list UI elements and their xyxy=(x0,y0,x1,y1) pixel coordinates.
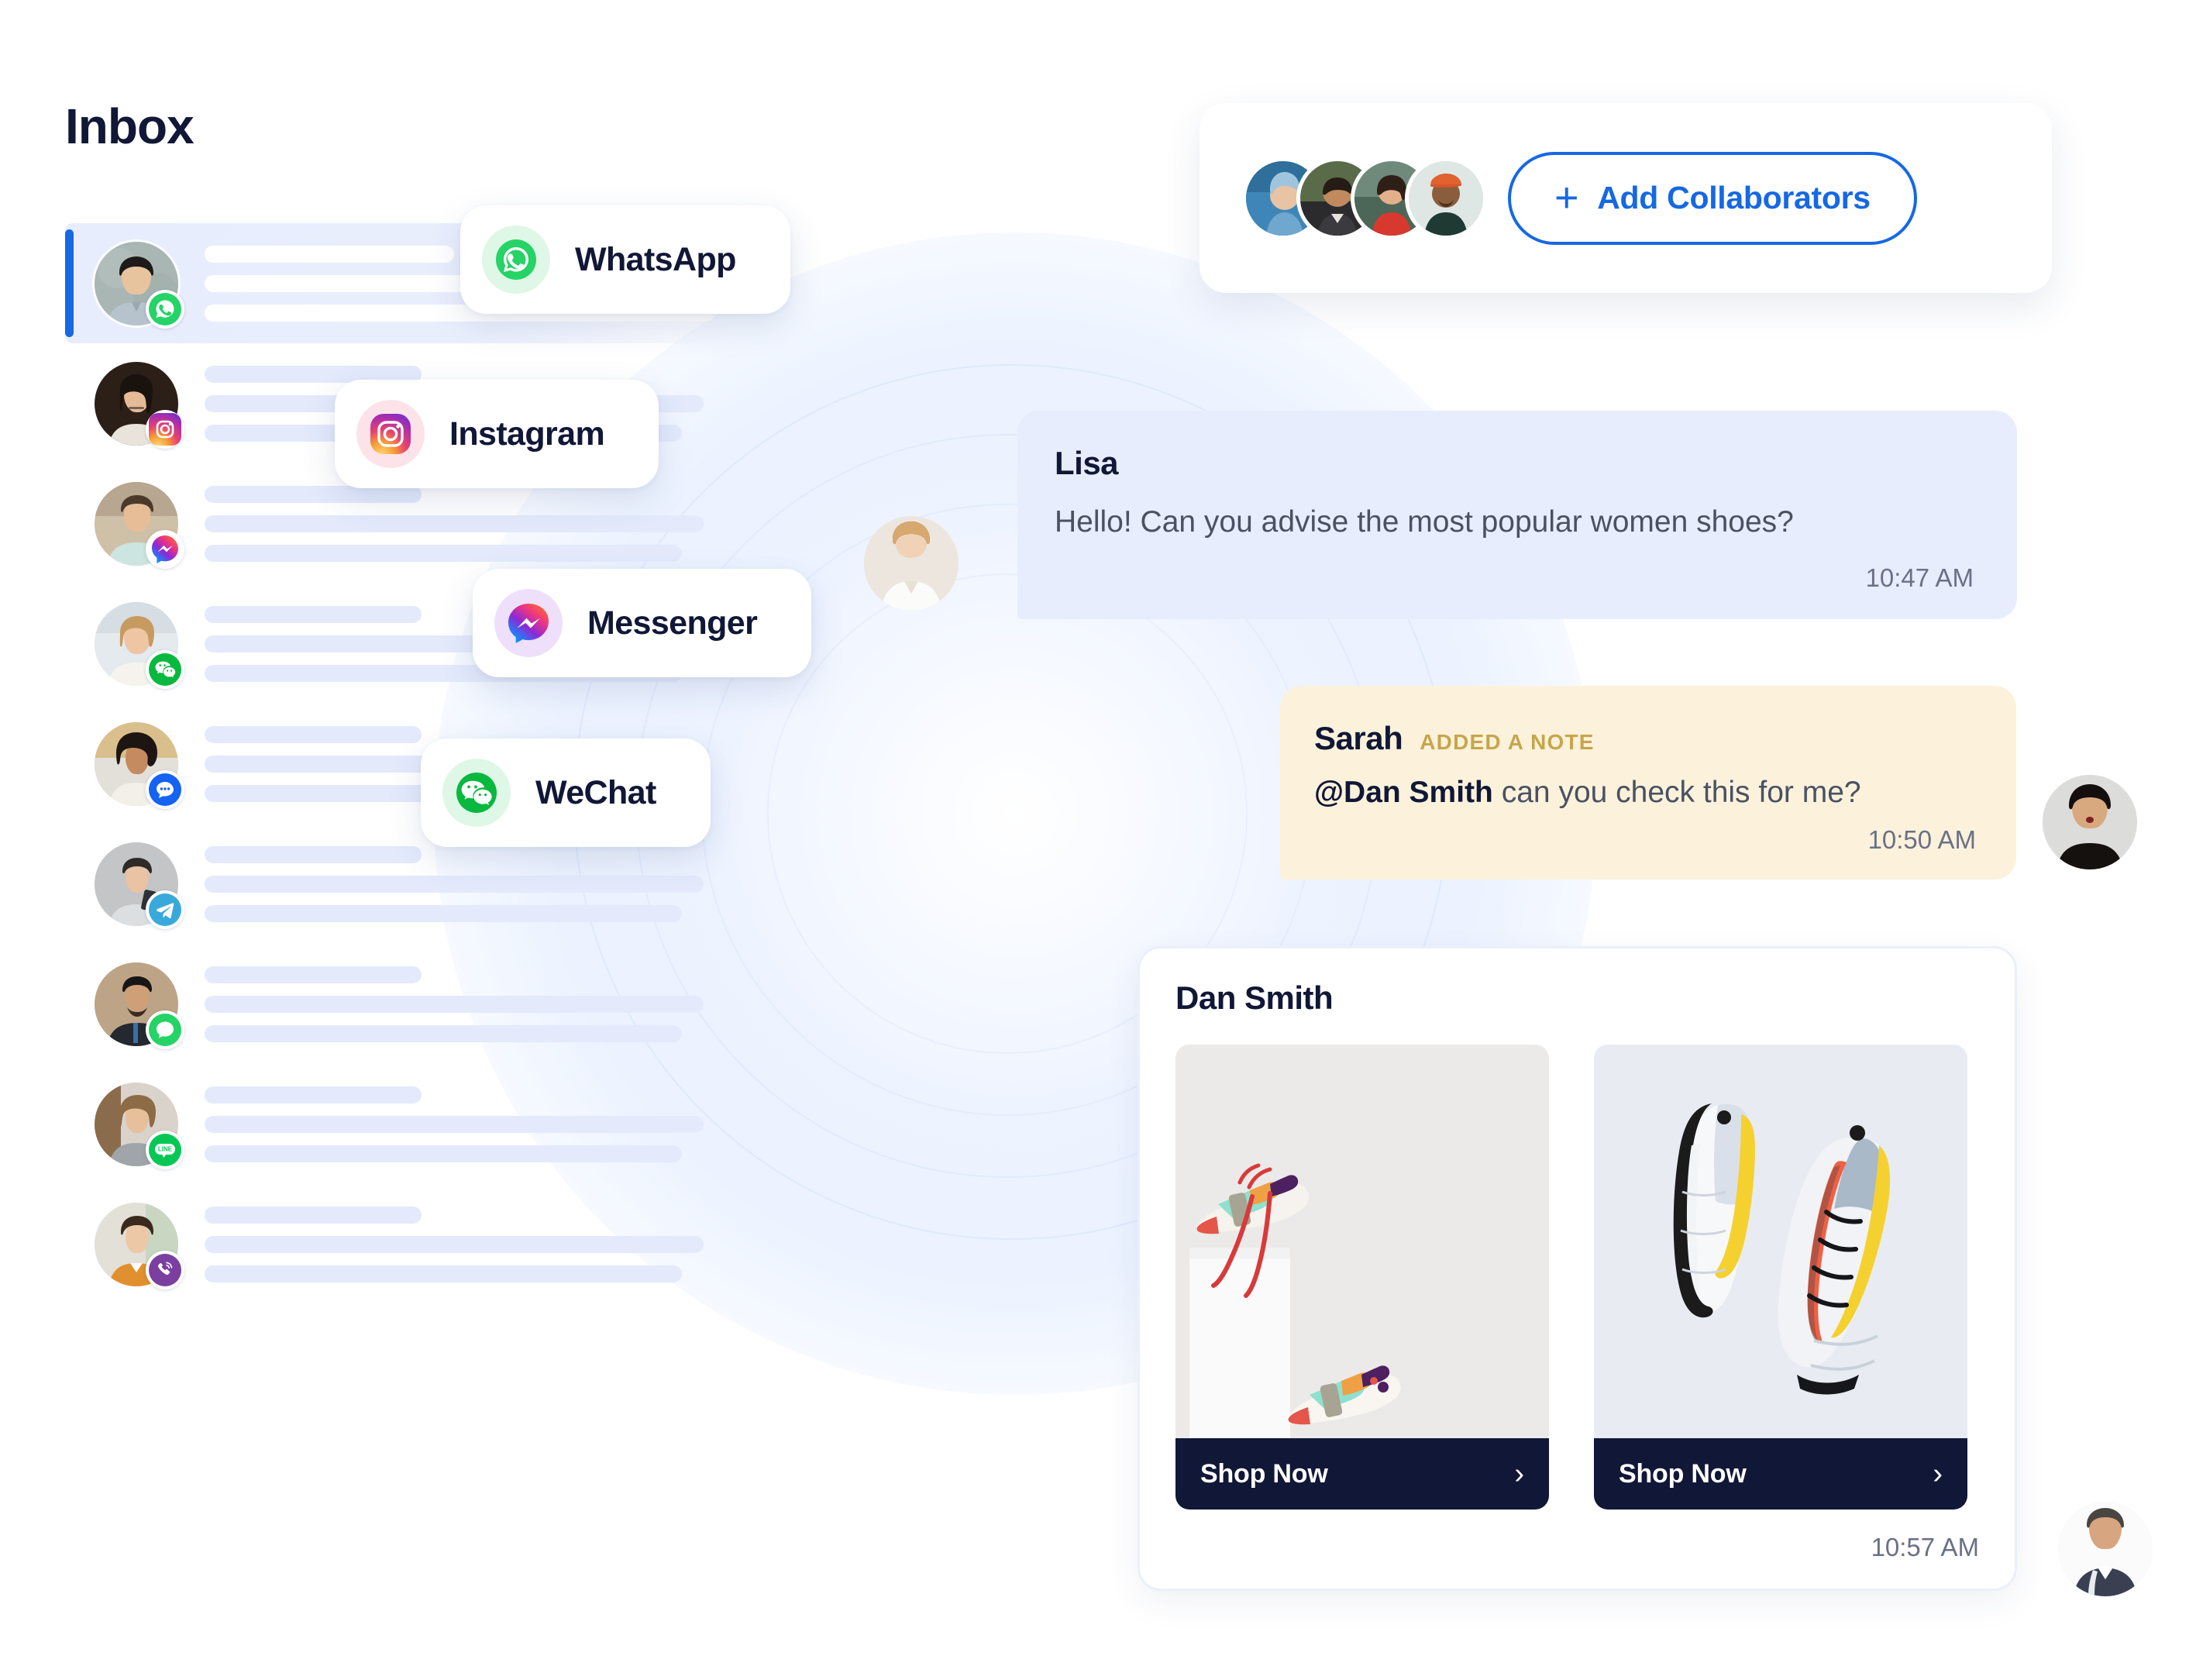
internal-note-sarah: Sarah ADDED A NOTE @Dan Smith can you ch… xyxy=(1280,686,2016,880)
note-text: @Dan Smith can you check this for me? xyxy=(1314,776,1976,810)
message-sender: Lisa xyxy=(1055,445,1119,481)
message-lisa: Lisa Hello! Can you advise the most popu… xyxy=(1017,411,2017,619)
inbox-preview-skeleton xyxy=(205,845,747,922)
message-timestamp: 10:47 AM xyxy=(1865,563,1974,592)
channel-badge xyxy=(146,649,184,689)
inbox-avatar-wrap xyxy=(95,241,184,329)
chevron-right-icon: › xyxy=(1514,1458,1524,1490)
whatsapp-icon xyxy=(482,225,550,294)
product-card[interactable]: Shop Now › xyxy=(1175,1045,1549,1510)
inbox-avatar-wrap xyxy=(95,721,184,809)
channel-badge xyxy=(146,1010,184,1049)
channel-badge xyxy=(146,289,184,329)
avatar-sarah xyxy=(2043,775,2137,869)
inbox-row[interactable] xyxy=(65,944,747,1064)
line-badge-icon: LINE xyxy=(149,1133,181,1166)
shop-now-button[interactable]: Shop Now › xyxy=(1594,1438,1967,1510)
inbox-preview-skeleton xyxy=(205,1086,747,1162)
channel-chip-wechat[interactable]: WeChat xyxy=(421,738,711,847)
messenger-badge-icon xyxy=(149,533,181,566)
inbox-row[interactable]: LINE xyxy=(65,1064,747,1184)
inbox-avatar-wrap: LINE xyxy=(95,1082,184,1169)
plus-icon: + xyxy=(1554,174,1579,221)
whatsapp-badge-icon xyxy=(149,292,181,325)
channel-chip-messenger[interactable]: Messenger xyxy=(473,569,812,677)
add-collaborators-button[interactable]: + Add Collaborators xyxy=(1508,151,1917,245)
inbox-preview-skeleton xyxy=(205,1206,747,1282)
viber-badge-icon xyxy=(149,1253,181,1286)
svg-text:LINE: LINE xyxy=(158,1145,173,1152)
whatsapp2-badge-icon xyxy=(149,1013,181,1046)
collaborator-avatar-stack xyxy=(1246,160,1483,236)
mention[interactable]: @Dan Smith xyxy=(1314,776,1493,809)
card-timestamp: 10:57 AM xyxy=(1871,1533,1979,1561)
instagram-badge-icon xyxy=(149,412,181,446)
product-image xyxy=(1594,1045,1967,1438)
channel-chip-label: Messenger xyxy=(587,604,758,642)
channel-badge xyxy=(146,409,184,449)
avatar[interactable] xyxy=(1409,160,1483,236)
message-text: Hello! Can you advise the most popular w… xyxy=(1055,505,1794,539)
note-timestamp: 10:50 AM xyxy=(1867,825,1976,854)
sms-badge-icon xyxy=(149,773,181,806)
product-image xyxy=(1175,1045,1549,1438)
inbox-preview-skeleton xyxy=(205,966,747,1042)
channel-badge xyxy=(146,529,184,569)
wechat-icon xyxy=(442,759,511,827)
instagram-icon xyxy=(356,400,425,468)
product-card[interactable]: Shop Now › xyxy=(1594,1045,1967,1510)
inbox-avatar-wrap xyxy=(95,361,184,449)
note-badge: ADDED A NOTE xyxy=(1420,730,1595,754)
inbox-screenshot: Inbox LINE WhatsApp Instagram Messenger … xyxy=(0,0,2196,1680)
inbox-avatar-wrap xyxy=(95,1202,184,1289)
add-collaborators-label: Add Collaborators xyxy=(1597,180,1871,215)
channel-chip-label: WhatsApp xyxy=(575,240,736,278)
inbox-row[interactable] xyxy=(65,1184,747,1304)
inbox-avatar-wrap xyxy=(95,601,184,689)
inbox-avatar-wrap xyxy=(95,842,184,929)
channel-badge: LINE xyxy=(146,1130,184,1169)
note-body-rest: can you check this for me? xyxy=(1492,776,1861,809)
channel-chip-label: WeChat xyxy=(535,773,656,811)
product-grid: Shop Now › Shop Now › xyxy=(1175,1045,1979,1510)
channel-chip-instagram[interactable]: Instagram xyxy=(335,380,659,488)
inbox-avatar-wrap xyxy=(95,481,184,569)
note-author: Sarah xyxy=(1314,720,1403,756)
shop-now-label: Shop Now xyxy=(1619,1458,1747,1489)
page-title: Inbox xyxy=(65,98,194,154)
wechat-badge-icon xyxy=(149,652,181,686)
telegram-badge-icon xyxy=(149,893,181,926)
inbox-avatar-wrap xyxy=(95,962,184,1049)
message-card-dan-smith: Dan Smith Shop Now › Shop Now › 10:57 AM xyxy=(1138,946,2017,1591)
shop-now-label: Shop Now xyxy=(1200,1458,1328,1489)
channel-badge xyxy=(146,890,184,929)
channel-chip-whatsapp[interactable]: WhatsApp xyxy=(460,205,790,314)
card-sender: Dan Smith xyxy=(1175,979,1334,1016)
collaborators-bar: + Add Collaborators xyxy=(1200,103,2052,293)
avatar-dan-smith xyxy=(2058,1502,2153,1596)
inbox-preview-skeleton xyxy=(205,485,747,562)
channel-badge xyxy=(146,769,184,809)
avatar-lisa xyxy=(864,516,959,611)
channel-chip-label: Instagram xyxy=(449,415,605,453)
messenger-icon xyxy=(494,589,563,657)
channel-badge xyxy=(146,1250,184,1289)
chevron-right-icon: › xyxy=(1933,1458,1943,1490)
shop-now-button[interactable]: Shop Now › xyxy=(1175,1438,1549,1510)
